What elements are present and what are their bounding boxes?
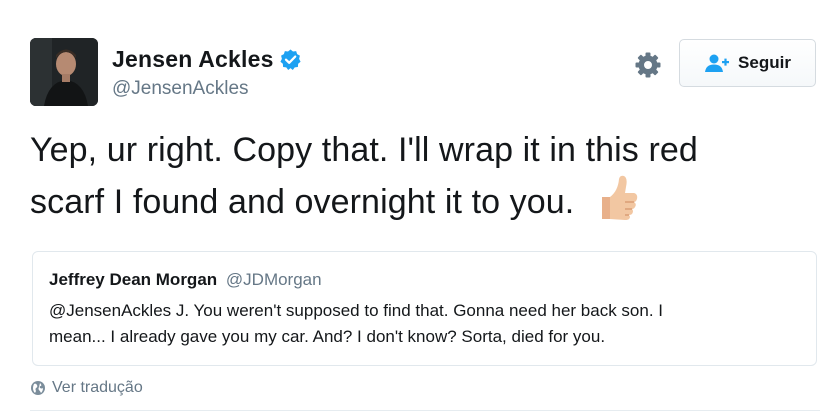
divider — [30, 410, 820, 411]
quoted-tweet-text-line: mean... I already gave you my car. And? … — [49, 327, 606, 346]
avatar[interactable] — [30, 38, 98, 106]
user-plus-icon — [704, 53, 730, 73]
quoted-tweet-text: @JensenAckles J. You weren't supposed to… — [49, 298, 804, 350]
gear-icon[interactable] — [634, 51, 662, 79]
tweet-text-line: Yep, ur right. Copy that. I'll wrap it i… — [30, 131, 698, 169]
globe-icon — [30, 380, 46, 396]
author-display-name[interactable]: Jensen Ackles — [112, 46, 274, 73]
quoted-tweet-text-line: @JensenAckles J. You weren't supposed to… — [49, 301, 664, 320]
follow-button[interactable]: Seguir — [679, 39, 816, 87]
avatar-image — [30, 38, 98, 106]
verified-badge-icon — [279, 48, 302, 71]
follow-button-label: Seguir — [738, 53, 791, 72]
quoted-author-name: Jeffrey Dean Morgan — [49, 270, 218, 289]
translate-label: Ver tradução — [52, 379, 143, 396]
quoted-tweet-header: Jeffrey Dean Morgan @JDMorgan — [49, 270, 322, 290]
quoted-tweet-card[interactable]: Jeffrey Dean Morgan @JDMorgan @JensenAck… — [32, 251, 817, 366]
tweet-text: Yep, ur right. Copy that. I'll wrap it i… — [30, 127, 820, 225]
translate-link[interactable]: Ver tradução — [30, 379, 143, 397]
author-handle[interactable]: @JensenAckles — [112, 78, 249, 100]
tweet-page: Jensen Ackles @JensenAckles Seguir Yep, … — [0, 0, 830, 415]
thumbs-up-icon — [596, 173, 640, 223]
quoted-author-handle: @JDMorgan — [225, 270, 322, 289]
tweet-text-line-content: scarf I found and overnight it to you. — [30, 183, 575, 221]
author-name-line: Jensen Ackles — [112, 44, 302, 74]
tweet-text-line: scarf I found and overnight it to you. — [30, 173, 820, 225]
